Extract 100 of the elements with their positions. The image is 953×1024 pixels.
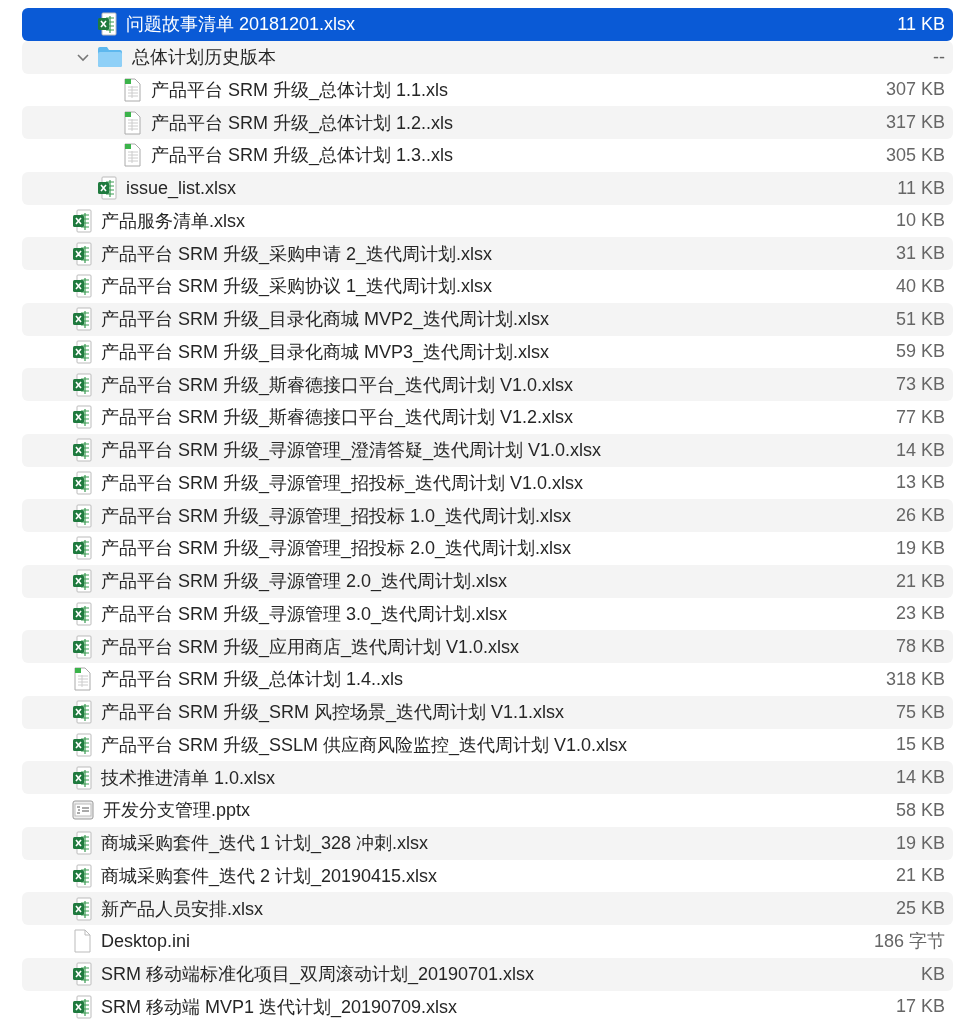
document-icon [122, 110, 142, 135]
file-row[interactable]: 产品平台 SRM 升级_寻源管理 2.0_迭代周计划.xlsx 21 KB [22, 564, 953, 598]
spreadsheet-icon [72, 765, 92, 790]
file-name: 产品平台 SRM 升级_采购协议 1_迭代周计划.xlsx [101, 275, 494, 299]
file-size: -- [933, 46, 945, 68]
file-size: 21 KB [895, 865, 945, 887]
file-row[interactable]: 产品服务清单.xlsx 10 KB [22, 204, 953, 238]
file-size: 305 KB [885, 144, 945, 166]
file-row[interactable]: 产品平台 SRM 升级_斯睿德接口平台_迭代周计划 V1.2.xlsx 77 KB [22, 401, 953, 434]
file-row[interactable]: 产品平台 SRM 升级_SRM 风控场景_迭代周计划 V1.1.xlsx 75 KB [22, 695, 953, 729]
spreadsheet-icon [72, 569, 92, 594]
file-size: 186 字节 [873, 930, 945, 954]
file-name: 开发分支管理.pptx [103, 799, 252, 823]
file-row[interactable]: 产品平台 SRM 升级_采购申请 2_迭代周计划.xlsx 31 KB [22, 237, 953, 270]
spreadsheet-icon [72, 405, 92, 430]
file-size: 58 KB [895, 799, 945, 821]
file-size: 318 KB [885, 668, 945, 690]
file-name: 产品平台 SRM 升级_总体计划 1.4..xls [101, 668, 405, 692]
spreadsheet-icon [72, 863, 92, 888]
file-name: SRM 移动端 MVP1 迭代计划_20190709.xlsx [101, 995, 459, 1019]
file-name: 产品平台 SRM 升级_总体计划 1.1.xls [151, 78, 450, 102]
file-row[interactable]: 开发分支管理.pptx 58 KB [22, 794, 953, 827]
file-row[interactable]: 产品平台 SRM 升级_总体计划 1.1.xls 307 KB [22, 73, 953, 107]
file-name: 产品平台 SRM 升级_SSLM 供应商风险监控_迭代周计划 V1.0.xlsx [101, 733, 629, 757]
file-row[interactable]: 产品平台 SRM 升级_总体计划 1.4..xls 318 KB [22, 663, 953, 696]
file-row[interactable]: 产品平台 SRM 升级_SSLM 供应商风险监控_迭代周计划 V1.0.xlsx 15 KB [22, 728, 953, 762]
file-size: 10 KB [895, 210, 945, 232]
file-size: 307 KB [885, 79, 945, 101]
file-row[interactable]: 产品平台 SRM 升级_寻源管理_招投标 2.0_迭代周计划.xlsx 19 KB [22, 532, 953, 565]
file-row[interactable]: SRM 移动端标准化项目_双周滚动计划_20190701.xlsx KB [22, 957, 953, 991]
file-size: 40 KB [895, 275, 945, 297]
file-size: 77 KB [895, 406, 945, 428]
spreadsheet-icon [72, 634, 92, 659]
file-row[interactable]: 产品平台 SRM 升级_寻源管理_招投标 1.0_迭代周计划.xlsx 26 KB [22, 499, 953, 532]
file-name: 产品平台 SRM 升级_斯睿德接口平台_迭代周计划 V1.0.xlsx [101, 373, 575, 397]
file-name: 产品平台 SRM 升级_应用商店_迭代周计划 V1.0.xlsx [101, 635, 521, 659]
file-row[interactable]: Desktop.ini 186 字节 [22, 925, 953, 958]
disclosure-chevron-icon[interactable] [77, 51, 89, 64]
file-size: 51 KB [895, 308, 945, 330]
spreadsheet-icon [72, 896, 92, 921]
file-size: 13 KB [895, 472, 945, 494]
file-size: 19 KB [895, 832, 945, 854]
spreadsheet-icon [72, 241, 92, 266]
file-row[interactable]: 商城采购套件_迭代 1 计划_328 冲刺.xlsx 19 KB [22, 826, 953, 860]
spreadsheet-icon [97, 176, 117, 201]
file-row[interactable]: 产品平台 SRM 升级_寻源管理_澄清答疑_迭代周计划 V1.0.xlsx 14 KB [22, 433, 953, 467]
file-name: 产品平台 SRM 升级_目录化商城 MVP3_迭代周计划.xlsx [101, 340, 551, 364]
file-size: 23 KB [895, 603, 945, 625]
file-row[interactable]: issue_list.xlsx 11 KB [22, 171, 953, 205]
file-size: 26 KB [895, 505, 945, 527]
file-size: 17 KB [895, 996, 945, 1018]
spreadsheet-icon [72, 307, 92, 332]
file-size: 31 KB [895, 243, 945, 265]
spreadsheet-icon [72, 831, 92, 856]
file-name: SRM 移动端标准化项目_双周滚动计划_20190701.xlsx [101, 963, 536, 987]
file-name: 产品平台 SRM 升级_寻源管理_澄清答疑_迭代周计划 V1.0.xlsx [101, 439, 603, 463]
file-row[interactable]: 产品平台 SRM 升级_斯睿德接口平台_迭代周计划 V1.0.xlsx 73 KB [22, 368, 953, 401]
presentation-icon [72, 800, 94, 821]
document-icon [72, 667, 92, 692]
document-icon [122, 77, 142, 102]
file-row[interactable]: 产品平台 SRM 升级_寻源管理_招投标_迭代周计划 V1.0.xlsx 13 KB [22, 466, 953, 500]
document-icon [122, 143, 142, 168]
spreadsheet-icon [72, 601, 92, 626]
spreadsheet-icon [72, 994, 92, 1019]
file-row[interactable]: 产品平台 SRM 升级_采购协议 1_迭代周计划.xlsx 40 KB [22, 270, 953, 303]
file-row[interactable]: 产品平台 SRM 升级_总体计划 1.3..xls 305 KB [22, 139, 953, 172]
file-name: 产品平台 SRM 升级_寻源管理 2.0_迭代周计划.xlsx [101, 570, 509, 594]
file-row[interactable]: 新产品人员安排.xlsx 25 KB [22, 892, 953, 925]
file-row[interactable]: 产品平台 SRM 升级_目录化商城 MVP3_迭代周计划.xlsx 59 KB [22, 335, 953, 369]
file-row[interactable]: 产品平台 SRM 升级_目录化商城 MVP2_迭代周计划.xlsx 51 KB [22, 302, 953, 336]
file-name: 商城采购套件_迭代 1 计划_328 冲刺.xlsx [101, 832, 430, 856]
document-icon [72, 929, 92, 954]
spreadsheet-icon [72, 274, 92, 299]
file-row[interactable]: 商城采购套件_迭代 2 计划_20190415.xlsx 21 KB [22, 859, 953, 893]
file-size: 21 KB [895, 570, 945, 592]
file-row[interactable]: 产品平台 SRM 升级_应用商店_迭代周计划 V1.0.xlsx 78 KB [22, 630, 953, 663]
file-size: 11 KB [897, 13, 945, 35]
file-size: 19 KB [895, 537, 945, 559]
file-name: 产品平台 SRM 升级_寻源管理 3.0_迭代周计划.xlsx [101, 602, 509, 626]
file-size: KB [921, 963, 945, 985]
file-size: 25 KB [895, 898, 945, 920]
file-row[interactable]: 总体计划历史版本 -- [22, 40, 953, 74]
file-size: 14 KB [895, 767, 945, 789]
file-name: 商城采购套件_迭代 2 计划_20190415.xlsx [101, 864, 439, 888]
file-row[interactable]: SRM 移动端 MVP1 迭代计划_20190709.xlsx 17 KB [22, 990, 953, 1024]
spreadsheet-icon [97, 12, 117, 37]
spreadsheet-icon [72, 339, 92, 364]
file-name: 产品平台 SRM 升级_采购申请 2_迭代周计划.xlsx [101, 242, 494, 266]
file-name: 产品平台 SRM 升级_总体计划 1.3..xls [151, 144, 455, 168]
file-size: 14 KB [895, 439, 945, 461]
file-row[interactable]: 问题故事清单 20181201.xlsx 11 KB [22, 8, 953, 41]
spreadsheet-icon [72, 372, 92, 397]
file-size: 15 KB [895, 734, 945, 756]
file-size: 75 KB [895, 701, 945, 723]
file-name: 产品平台 SRM 升级_斯睿德接口平台_迭代周计划 V1.2.xlsx [101, 406, 575, 430]
spreadsheet-icon [72, 503, 92, 528]
spreadsheet-icon [72, 470, 92, 495]
file-row[interactable]: 产品平台 SRM 升级_寻源管理 3.0_迭代周计划.xlsx 23 KB [22, 597, 953, 631]
file-row[interactable]: 技术推进清单 1.0.xlsx 14 KB [22, 761, 953, 794]
file-row[interactable]: 产品平台 SRM 升级_总体计划 1.2..xls 317 KB [22, 106, 953, 139]
